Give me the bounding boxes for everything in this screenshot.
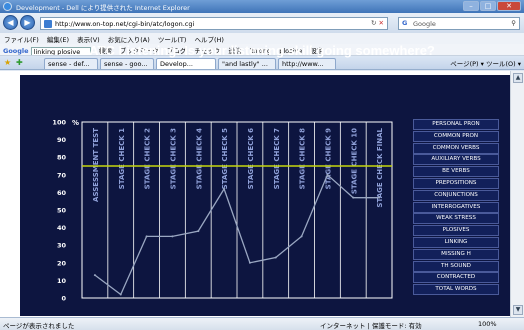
status-bar: ページが表示されました インターネット | 保護モード: 有効 100%	[0, 317, 524, 330]
legend-button-common-pron[interactable]: COMMON PRON	[413, 130, 499, 142]
y-axis-label: %	[72, 119, 79, 127]
score-point	[300, 235, 303, 238]
y-tick-label: 0	[61, 295, 66, 303]
legend-button-auxiliary-verbs[interactable]: AUXILIARY VERBS	[413, 154, 499, 166]
score-point	[274, 256, 277, 259]
legend-button-personal-pron[interactable]: PERSONAL PRON	[413, 119, 499, 130]
legend-button-be-verbs[interactable]: BE VERBS	[413, 166, 499, 178]
category-label: STAGE CHECK 4	[195, 128, 203, 189]
score-point	[248, 261, 251, 264]
legend-button-total-words[interactable]: TOTAL WORDS	[413, 284, 499, 296]
legend-button-contracted[interactable]: CONTRACTED	[413, 272, 499, 284]
legend-button-linking[interactable]: LINKING	[413, 237, 499, 248]
legend-button-conjunctions[interactable]: CONJUNCTIONS	[413, 189, 499, 201]
category-label: STAGE CHECK 8	[299, 128, 307, 189]
legend-button-th-sound[interactable]: TH SOUND	[413, 260, 499, 272]
y-tick-label: 60	[57, 189, 67, 197]
category-label: STAGE CHECK 6	[247, 128, 255, 189]
score-point	[223, 187, 226, 190]
category-label: STAGE CHECK 3	[169, 128, 177, 189]
security-zone: インターネット | 保護モード: 有効	[320, 322, 422, 330]
category-label: STAGE CHECK 5	[221, 128, 229, 189]
y-tick-label: 10	[57, 277, 67, 285]
y-tick-label: 30	[57, 242, 67, 250]
y-tick-label: 20	[57, 259, 67, 267]
y-tick-label: 80	[57, 154, 67, 162]
y-tick-label: 90	[57, 136, 67, 144]
legend-button-plosives[interactable]: PLOSIVES	[413, 225, 499, 237]
category-label: STAGE CHECK 7	[273, 128, 281, 189]
legend-button-weak-stress[interactable]: WEAK STRESS	[413, 213, 499, 225]
y-tick-label: 40	[57, 224, 67, 232]
score-point	[145, 235, 148, 238]
category-label: STAGE CHECK 10	[350, 128, 358, 194]
y-tick-label: 100	[52, 119, 66, 127]
category-label: ASSESSMENT TEST	[92, 128, 100, 202]
score-point	[378, 196, 381, 199]
score-point	[171, 235, 174, 238]
score-point	[119, 293, 122, 296]
category-label: STAGE CHECK FINAL	[376, 127, 384, 207]
scroll-up-icon[interactable]: ▲	[513, 73, 523, 83]
legend-button-missing-h[interactable]: MISSING H	[413, 248, 499, 260]
zoom-level[interactable]: 100%	[478, 320, 497, 328]
legend-button-interrogatives[interactable]: INTERROGATIVES	[413, 201, 499, 213]
legend-button-common-verbs[interactable]: COMMON VERBS	[413, 142, 499, 154]
score-point	[197, 230, 200, 233]
y-tick-label: 70	[57, 171, 67, 179]
status-text: ページが表示されました	[3, 322, 75, 330]
y-tick-label: 50	[57, 207, 67, 215]
score-point	[93, 274, 96, 277]
score-point	[326, 173, 329, 176]
category-label: STAGE CHECK 1	[118, 128, 126, 189]
score-point	[352, 196, 355, 199]
vertical-scrollbar[interactable]: ▲ ▼	[510, 71, 524, 317]
legend-button-prepositions[interactable]: PREPOSITIONS	[413, 178, 499, 189]
scroll-down-icon[interactable]: ▼	[513, 305, 523, 315]
category-label: STAGE CHECK 2	[144, 128, 152, 189]
